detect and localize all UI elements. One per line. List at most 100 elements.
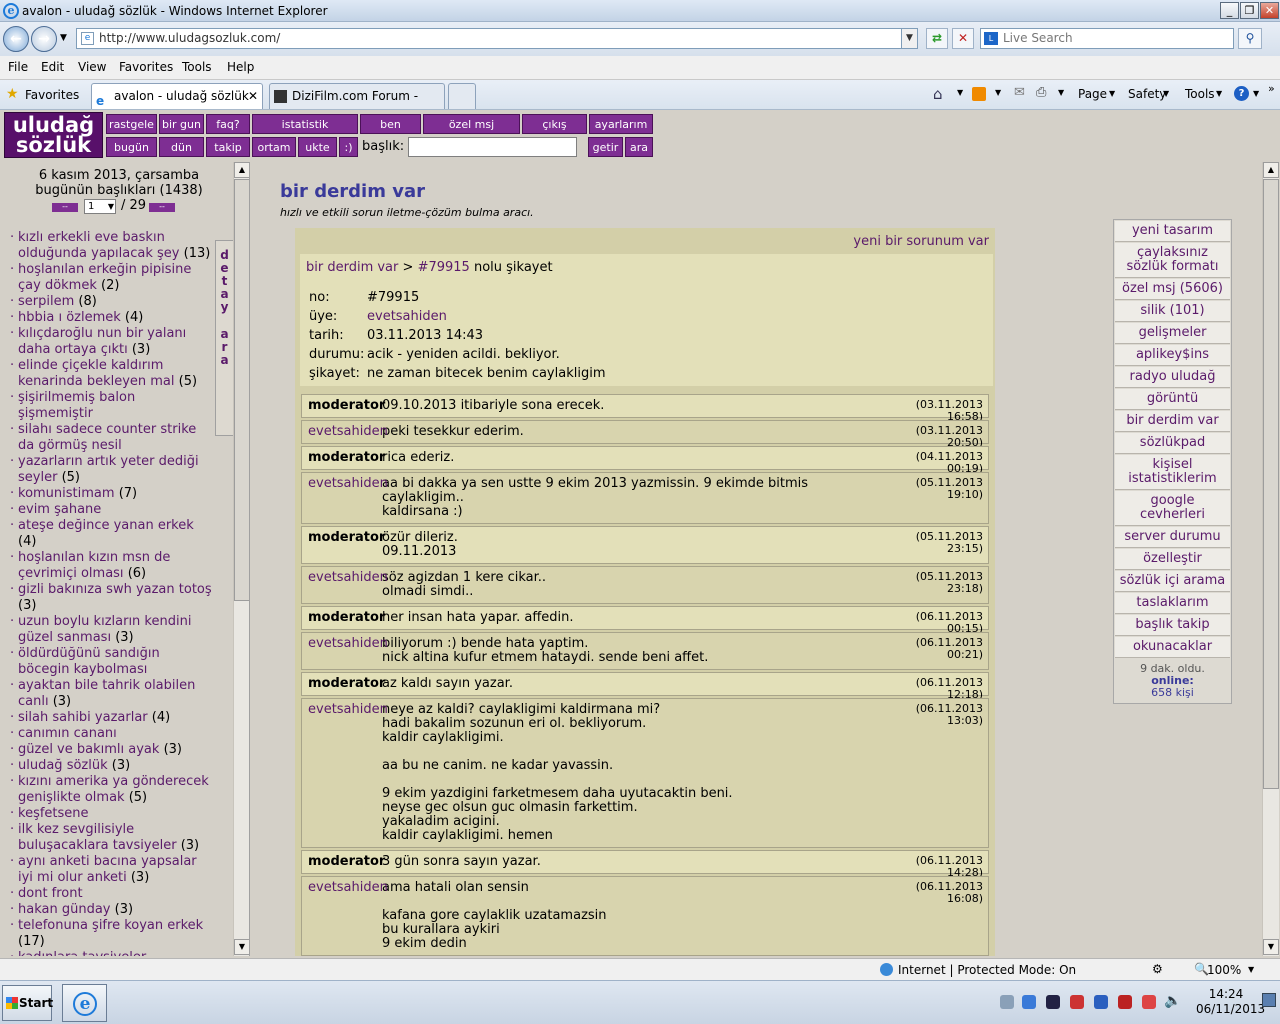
tray-icon-1[interactable] (1000, 995, 1014, 1009)
side-menu-item[interactable]: bir derdim var (1115, 411, 1230, 432)
tray-icon-6[interactable] (1118, 995, 1132, 1009)
topic-item[interactable]: kızlı erkekli eve baskın olduğunda yapıl… (10, 230, 214, 262)
safety-dropdown-icon[interactable]: ▼ (1163, 89, 1169, 98)
close-button[interactable]: ✕ (1260, 2, 1279, 19)
nav-takip[interactable]: takip (206, 137, 250, 157)
tab-dizifilm[interactable]: DiziFilm.com Forum - ww... (269, 83, 445, 127)
message-author-link[interactable]: evetsahiden (308, 637, 388, 651)
menu-help[interactable]: Help (227, 60, 254, 74)
zoom-level[interactable]: 100% (1207, 963, 1241, 977)
topic-item[interactable]: güzel ve bakımlı ayak (3) (10, 742, 214, 758)
nav-istatistik[interactable]: istatistik (252, 114, 358, 134)
topic-item[interactable]: ateşe değince yanan erkek (4) (10, 518, 214, 550)
address-dropdown-icon[interactable]: ▼ (901, 29, 917, 48)
side-menu-item[interactable]: kişisel istatistiklerim (1115, 455, 1230, 490)
safety-menu[interactable]: Safety (1128, 87, 1166, 101)
message-author-link[interactable]: evetsahiden (308, 881, 388, 895)
side-menu-item[interactable]: silik (101) (1115, 301, 1230, 322)
topic-item[interactable]: ayaktan bile tahrik olabilen canlı (3) (10, 678, 214, 710)
tab-avalon[interactable]: e avalon - uludağ sözlük ✕ (91, 83, 263, 109)
side-menu-item[interactable]: başlık takip (1115, 615, 1230, 636)
system-clock[interactable]: 14:24 06/11/2013 (1196, 987, 1265, 1017)
ara-button[interactable]: ara (625, 137, 653, 157)
help-dropdown-icon[interactable]: ▼ (1253, 89, 1259, 98)
topic-item[interactable]: ilk kez sevgilisiyle buluşacaklara tavsi… (10, 822, 214, 854)
menu-file[interactable]: File (8, 60, 28, 74)
favorites-star-icon[interactable]: ★ (6, 86, 19, 102)
main-scrollbar[interactable]: ▲ ▼ (1262, 162, 1279, 956)
tray-icon-5[interactable] (1094, 995, 1108, 1009)
baslik-input[interactable] (408, 137, 577, 157)
left-scrollbar[interactable]: ▲ ▼ (233, 162, 249, 956)
topic-item[interactable]: hbbia ı özlemek (4) (10, 310, 214, 326)
breadcrumb-id-link[interactable]: #79915 (418, 260, 470, 275)
side-menu-item[interactable]: google cevherleri (1115, 491, 1230, 526)
menu-tools[interactable]: Tools (182, 60, 212, 74)
menu-favorites[interactable]: Favorites (119, 60, 173, 74)
side-menu-item[interactable]: radyo uludağ (1115, 367, 1230, 388)
nav-ben[interactable]: ben (360, 114, 421, 134)
topic-item[interactable]: evim şahane (10, 502, 214, 518)
breadcrumb-link[interactable]: bir derdim var (306, 260, 398, 275)
side-menu-item[interactable]: sözlükpad (1115, 433, 1230, 454)
nav-ozel-msj[interactable]: özel msj (423, 114, 520, 134)
page-select[interactable]: 1 ▼ (84, 199, 116, 214)
print-dropdown-icon[interactable]: ▼ (1058, 88, 1064, 97)
topic-item[interactable]: aynı anketi bacına yapsalar iyi mi olur … (10, 854, 214, 886)
nav-cikis[interactable]: çıkış (522, 114, 587, 134)
tab-close-icon[interactable]: ✕ (248, 84, 258, 108)
topic-item[interactable]: yazarların artık yeter dediği seyler (5) (10, 454, 214, 486)
taskbar-ie-button[interactable]: e (62, 984, 107, 1022)
nav-rastgele[interactable]: rastgele (106, 114, 157, 134)
nav-dun[interactable]: dün (159, 137, 204, 157)
nav-bir-gun[interactable]: bir gun (159, 114, 204, 134)
getir-button[interactable]: getir (588, 137, 623, 157)
page-menu[interactable]: Page (1078, 87, 1107, 101)
side-menu-item[interactable]: okunacaklar (1115, 637, 1230, 658)
zoom-dropdown-icon[interactable]: ▼ (1248, 965, 1254, 974)
main-scroll-thumb[interactable] (1263, 179, 1279, 789)
topic-item[interactable]: gizli bakınıza swh yazan totoş (3) (10, 582, 214, 614)
nav-smiley[interactable]: :) (339, 137, 358, 157)
favorites-button[interactable]: Favorites (25, 88, 79, 102)
maximize-button[interactable]: ❐ (1240, 2, 1259, 19)
topic-item[interactable]: keşfetsene (10, 806, 214, 822)
topic-item[interactable]: telefonuna şifre koyan erkek (17) (10, 918, 214, 950)
back-button[interactable]: ← (3, 26, 29, 52)
side-menu-item[interactable]: aplikey$ins (1115, 345, 1230, 366)
protected-mode-icon[interactable]: ⚙ (1152, 962, 1163, 976)
tools-menu[interactable]: Tools (1185, 87, 1215, 101)
start-button[interactable]: Start (2, 985, 53, 1021)
address-bar[interactable]: e http://www.uludagsozluk.com/ ▼ (76, 28, 918, 49)
tray-icon-4[interactable] (1070, 995, 1084, 1009)
left-scroll-down-icon[interactable]: ▼ (234, 939, 249, 955)
topic-item[interactable]: uzun boylu kızların kendini güzel sanmas… (10, 614, 214, 646)
page-next-button[interactable]: -- (149, 203, 175, 212)
topic-item[interactable]: kılıçdaroğlu nun bir yalanı daha ortaya … (10, 326, 214, 358)
topic-item[interactable]: dont front (10, 886, 214, 902)
nav-bugun[interactable]: bugün (106, 137, 157, 157)
feed-dropdown-icon[interactable]: ▼ (995, 88, 1001, 97)
detay-ara-tab[interactable]: detay ara (215, 240, 234, 436)
volume-icon[interactable]: 🔈 (1164, 993, 1181, 1009)
nav-ortam[interactable]: ortam (252, 137, 296, 157)
left-scroll-up-icon[interactable]: ▲ (234, 162, 249, 178)
side-menu-item[interactable]: özel msj (5606) (1115, 279, 1230, 300)
chevron-more-icon[interactable]: » (1268, 82, 1275, 95)
message-author-link[interactable]: evetsahiden (308, 477, 388, 491)
security-zone[interactable]: Internet | Protected Mode: On (898, 963, 1076, 977)
refresh-icon[interactable]: ⇄ (926, 28, 948, 49)
main-scroll-up-icon[interactable]: ▲ (1263, 162, 1279, 178)
tray-icon-3[interactable] (1046, 995, 1060, 1009)
forward-button[interactable]: → (31, 26, 57, 52)
info-uye-link[interactable]: evetsahiden (367, 309, 447, 324)
main-scroll-down-icon[interactable]: ▼ (1263, 939, 1279, 955)
side-menu-item[interactable]: taslaklarım (1115, 593, 1230, 614)
topic-item[interactable]: uludağ sözlük (3) (10, 758, 214, 774)
side-menu-item[interactable]: server durumu (1115, 527, 1230, 548)
left-scroll-thumb[interactable] (234, 179, 249, 601)
home-dropdown-icon[interactable]: ▼ (957, 88, 963, 97)
tools-dropdown-icon[interactable]: ▼ (1216, 89, 1222, 98)
home-icon[interactable]: ⌂ (933, 85, 943, 103)
nav-ukte[interactable]: ukte (298, 137, 337, 157)
